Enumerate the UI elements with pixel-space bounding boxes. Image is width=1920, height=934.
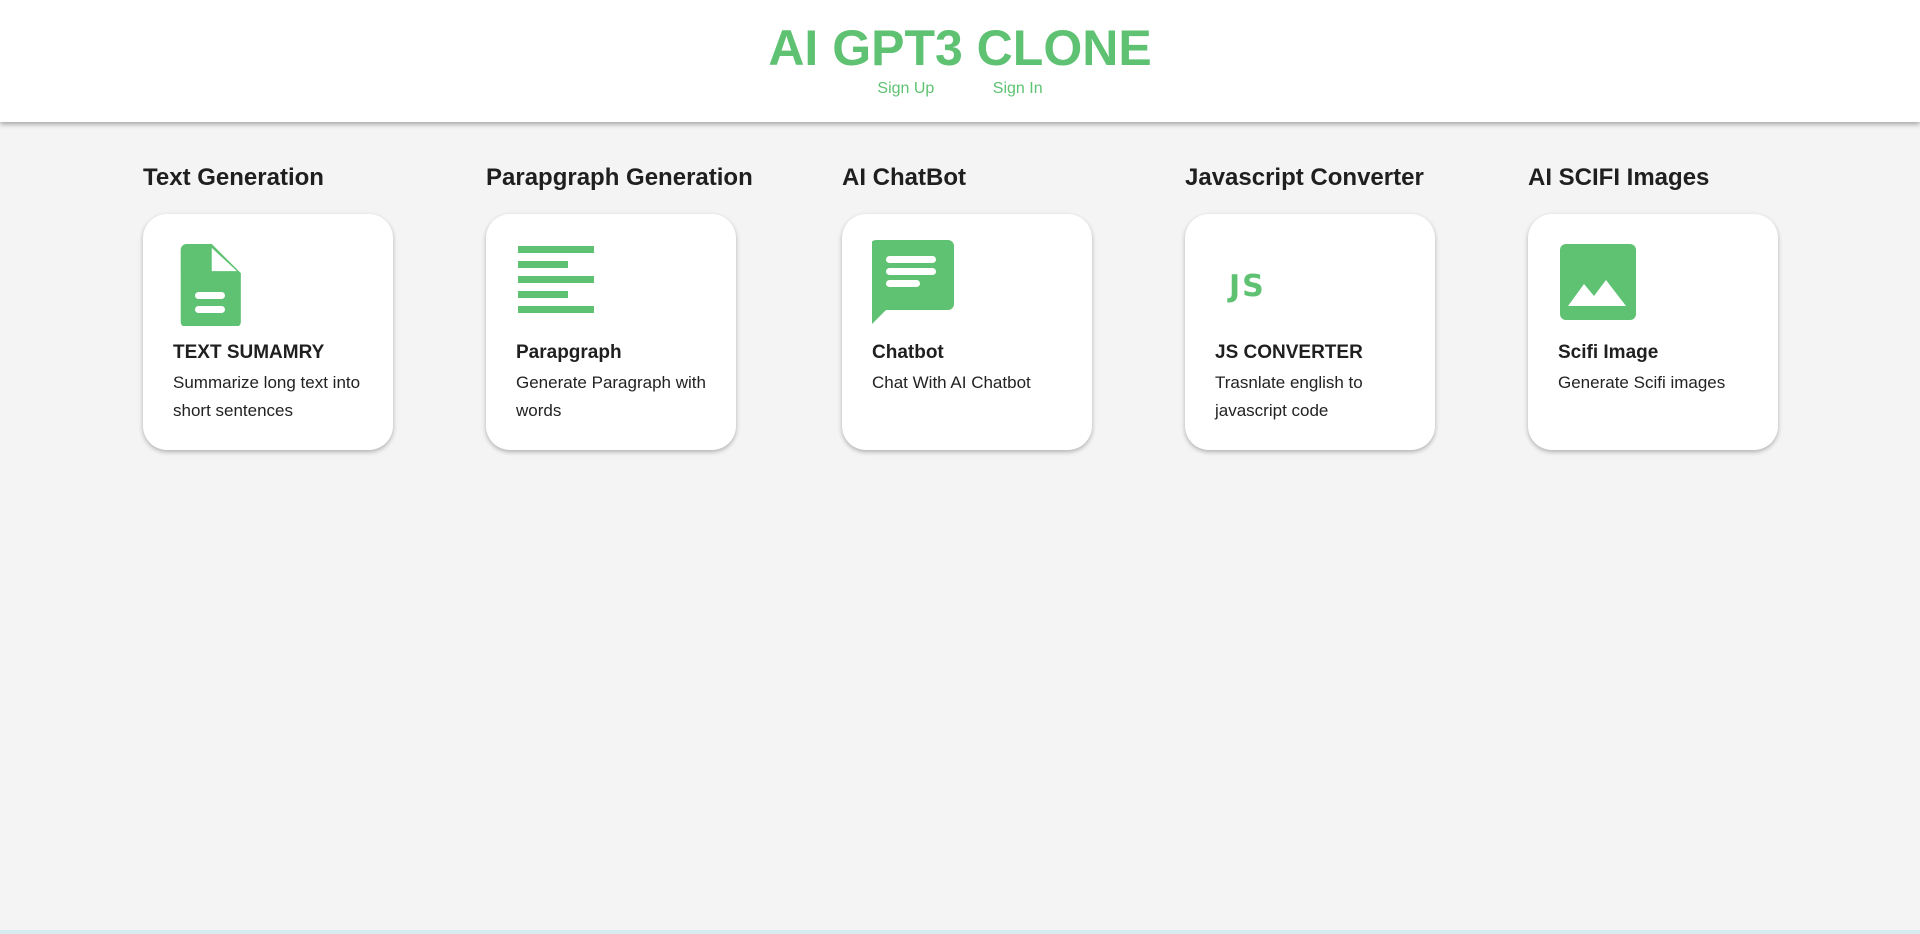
app-header: AI GPT3 CLONE Sign Up Sign In: [0, 0, 1920, 122]
card-description: Summarize long text into short sentences: [173, 373, 361, 420]
card-title: Scifi Image: [1558, 342, 1659, 363]
section-heading: Javascript Converter: [1185, 164, 1424, 191]
footer-divider: [0, 930, 1920, 934]
section-javascript-converter: Javascript Converter JS JS CONVERTER Tra…: [1185, 160, 1435, 450]
section-heading: Text Generation: [143, 164, 324, 191]
card-title: JS CONVERTER: [1215, 342, 1363, 363]
sign-in-link[interactable]: Sign In: [993, 80, 1043, 97]
card-title: Chatbot: [872, 342, 944, 363]
section-heading: AI SCIFI Images: [1528, 164, 1710, 191]
card-title: Parapgraph: [516, 342, 622, 363]
top-nav: Sign Up Sign In: [0, 78, 1920, 100]
section-text-generation: Text Generation TEXT SUMAMRY Summarize l…: [143, 160, 393, 450]
app-title: AI GPT3 CLONE: [768, 20, 1152, 76]
card-description: Generate Scifi images: [1558, 373, 1726, 392]
card-js-converter[interactable]: JS JS CONVERTER Trasnlate english to jav…: [1185, 214, 1435, 450]
card-description: Chat With AI Chatbot: [872, 373, 1031, 392]
chat-icon: [872, 240, 954, 324]
svg-text:JS: JS: [1227, 269, 1266, 304]
section-paragraph-generation: Parapgraph Generation Parapgraph Generat…: [486, 160, 753, 450]
section-ai-scifi-images: AI SCIFI Images Scifi Image Generate Sci…: [1528, 160, 1778, 450]
card-scifi-image[interactable]: Scifi Image Generate Scifi images: [1528, 214, 1778, 450]
card-chatbot[interactable]: Chatbot Chat With AI Chatbot: [842, 214, 1092, 450]
sign-up-link[interactable]: Sign Up: [877, 80, 934, 97]
card-description: Trasnlate english to javascript code: [1215, 373, 1363, 420]
javascript-icon: JS: [1227, 269, 1266, 304]
paragraph-icon: [518, 246, 594, 313]
card-title: TEXT SUMAMRY: [173, 342, 325, 363]
card-paragraph[interactable]: Parapgraph Generate Paragraph with words: [486, 214, 736, 450]
section-ai-chatbot: AI ChatBot Chatbot Chat With AI Chatbot: [842, 160, 1092, 450]
image-icon: [1560, 244, 1636, 320]
section-heading: Parapgraph Generation: [486, 164, 753, 191]
document-icon: [180, 244, 241, 326]
section-heading: AI ChatBot: [842, 164, 966, 191]
card-text-summary[interactable]: TEXT SUMAMRY Summarize long text into sh…: [143, 214, 393, 450]
card-description: Generate Paragraph with words: [516, 373, 706, 420]
